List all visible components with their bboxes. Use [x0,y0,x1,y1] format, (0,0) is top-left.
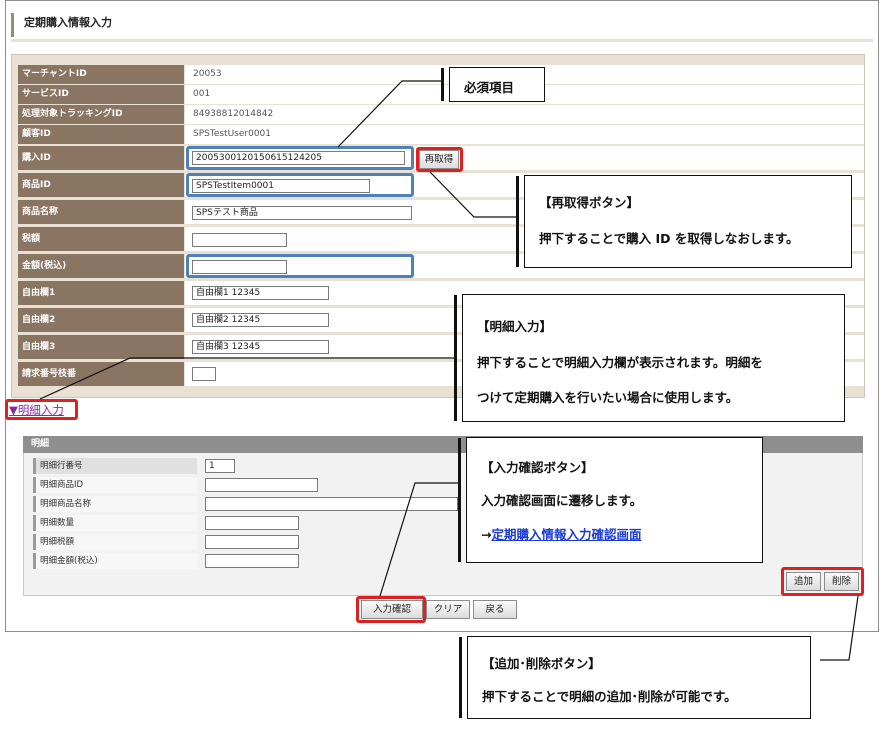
callout-detail-bar [454,295,457,421]
label-billing-branch: 請求番号枝番 [18,362,184,386]
clear-button[interactable]: クリア [426,600,470,619]
callout-adddel-bar [459,637,462,718]
detail-toggle-highlight [5,399,78,420]
page-title: 定期購入情報入力 [11,13,873,37]
required-highlight-item-id [186,173,414,197]
label-amount: 金額(税込) [18,254,184,278]
required-highlight-amount [186,254,414,278]
callout-reacquire-desc: 押下することで購入 ID を取得しなおします。 [539,231,799,246]
value-tracking-id: 84938812014842 [185,105,864,124]
detail-label-tax: 明細税額 [33,534,197,550]
callout-reacquire-bar [516,176,519,267]
detail-label-item-id: 明細商品ID [33,477,197,493]
label-free1: 自由欄1 [18,281,184,305]
detail-quantity-input[interactable] [205,516,299,530]
label-tracking-id: 処理対象トラッキングID [18,105,184,124]
detail-tax-input[interactable] [205,535,299,549]
detail-line-no-input[interactable]: 1 [205,459,235,473]
detail-row-item-name: 明細商品名称 [33,496,197,512]
detail-label-line-no: 明細行番号 [33,458,197,474]
label-customer-id: 顧客ID [18,125,184,144]
callout-adddel-desc: 押下することで明細の追加･削除が可能です。 [482,689,737,704]
callout-reacquire: 【再取得ボタン】 押下することで購入 ID を取得しなおします。 [516,175,852,268]
detail-row-amount: 明細金額(税込) [33,553,197,569]
detail-row-quantity: 明細数量 [33,515,197,531]
item-name-input[interactable]: SPSテスト商品 [192,206,412,220]
label-free2: 自由欄2 [18,308,184,332]
confirm-screen-link[interactable]: 定期購入情報入力確認画面 [491,527,641,542]
label-merchant-id: マーチャントID [18,65,184,84]
callout-confirm-title: 【入力確認ボタン】 [481,460,594,475]
label-item-name: 商品名称 [18,200,184,224]
confirm-highlight [356,596,426,623]
arrow-icon: → [481,527,492,542]
callout-required-bar [441,68,444,101]
detail-label-quantity: 明細数量 [33,515,197,531]
label-purchase-id: 購入ID [18,146,184,170]
free1-input[interactable]: 自由欄1 12345 [192,286,329,300]
detail-row-item-id: 明細商品ID [33,477,197,493]
callout-required-text: 必須項目 [464,80,515,95]
billing-branch-input[interactable] [192,367,216,381]
reacquire-highlight [416,147,463,172]
detail-label-item-name: 明細商品名称 [33,496,197,512]
callout-confirm-bar [458,438,461,562]
free2-input[interactable]: 自由欄2 12345 [192,313,329,327]
callout-detail: 【明細入力】 押下することで明細入力欄が表示されます。明細を つけて定期購入を行… [454,294,845,422]
label-item-id: 商品ID [18,173,184,197]
row-customer-id: 顧客ID SPSTestUser0001 [18,125,864,144]
detail-row-line-no: 明細行番号 [33,458,197,474]
label-free3: 自由欄3 [18,335,184,359]
add-delete-highlight [781,567,864,596]
callout-reacquire-title: 【再取得ボタン】 [539,195,640,210]
required-highlight-purchase-id [186,146,414,170]
row-tracking-id: 処理対象トラッキングID 84938812014842 [18,105,864,124]
callout-add-delete: 【追加･削除ボタン】 押下することで明細の追加･削除が可能です。 [459,636,811,719]
label-tax: 税額 [18,227,184,251]
callout-confirm-link-line: →定期購入情報入力確認画面 [481,524,642,543]
callout-detail-desc2: つけて定期購入を行いたい場合に使用します。 [477,390,739,405]
callout-confirm: 【入力確認ボタン】 入力確認画面に遷移します。 →定期購入情報入力確認画面 [458,437,763,563]
callout-required: 必須項目 [441,67,545,102]
tax-input[interactable] [192,233,287,247]
callout-detail-desc1: 押下することで明細入力欄が表示されます。明細を [477,355,763,370]
callout-adddel-title: 【追加･削除ボタン】 [482,656,601,671]
callout-detail-title: 【明細入力】 [477,319,553,334]
label-service-id: サービスID [18,85,184,104]
detail-item-id-input[interactable] [205,478,318,492]
free3-input[interactable]: 自由欄3 12345 [192,340,329,354]
title-divider [11,39,873,42]
value-customer-id: SPSTestUser0001 [185,125,864,144]
callout-confirm-desc: 入力確認画面に遷移します。 [481,493,643,508]
detail-row-tax: 明細税額 [33,534,197,550]
detail-item-name-input[interactable] [205,497,458,511]
detail-amount-input[interactable] [205,554,299,568]
detail-label-amount: 明細金額(税込) [33,553,197,569]
back-button[interactable]: 戻る [473,600,517,619]
